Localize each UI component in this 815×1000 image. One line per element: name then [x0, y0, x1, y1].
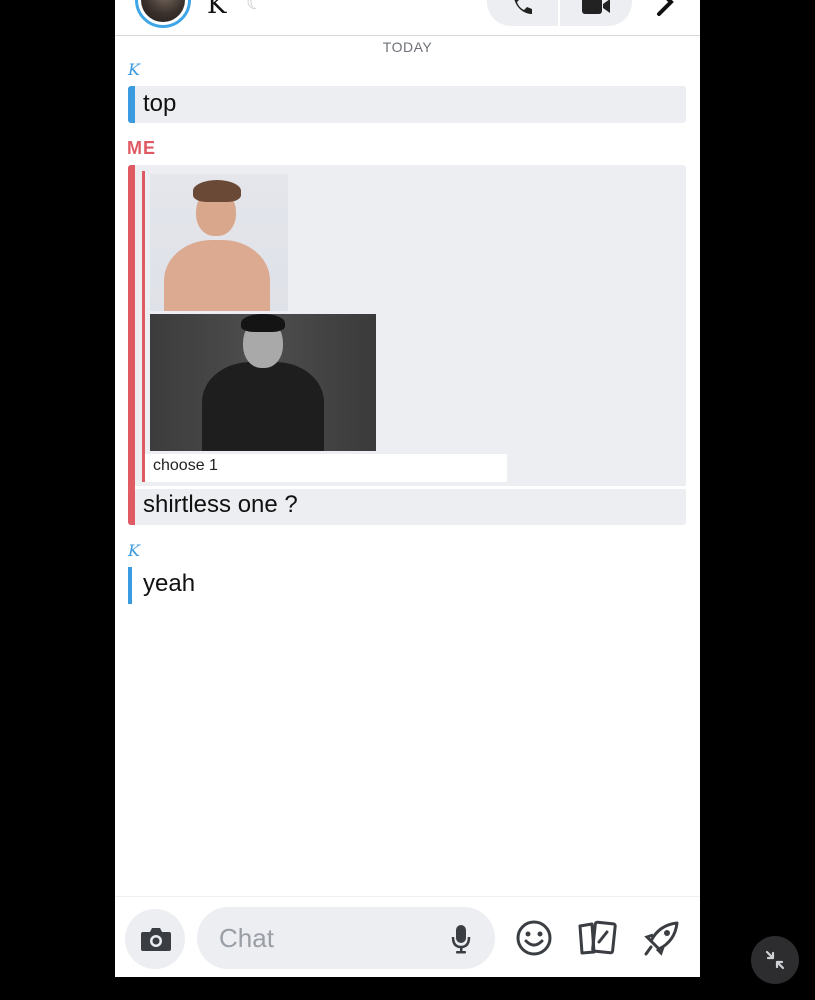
bubble-divider [135, 486, 686, 489]
date-divider: TODAY [382, 39, 433, 55]
chat-header: K ☾ [115, 0, 700, 36]
contact-name[interactable]: K [207, 0, 226, 20]
video-icon [582, 0, 610, 14]
sender-label: K [128, 541, 140, 560]
message-text: top [143, 90, 177, 117]
sender-label: ME [127, 138, 156, 158]
camera-icon [141, 928, 171, 951]
message-text[interactable]: yeah [143, 570, 195, 598]
avatar[interactable] [135, 0, 191, 28]
chevron-right-icon[interactable] [655, 0, 675, 16]
minimize-icon [765, 950, 785, 970]
call-button[interactable] [487, 0, 558, 26]
video-call-button[interactable] [560, 0, 632, 26]
avatar-image [141, 0, 185, 22]
attachment-caption: choose 1 [153, 457, 218, 474]
moon-icon: ☾ [246, 0, 264, 14]
image-attachment[interactable]: choose 1 [142, 171, 507, 482]
phone-icon [514, 0, 532, 14]
chat-window: K ☾ TODAY K top ME choose 1 shirtless on… [115, 0, 700, 977]
microphone-icon[interactable] [451, 924, 471, 954]
message-bubble[interactable]: choose 1 shirtless one ? [128, 165, 686, 525]
sender-accent-bar [128, 165, 135, 525]
message-text: shirtless one ? [143, 491, 298, 518]
smiley-icon[interactable] [515, 919, 553, 957]
sender-accent-bar [128, 86, 135, 123]
sender-label: K [128, 60, 140, 79]
message-bubble[interactable]: top [128, 86, 686, 123]
photo-shirtless[interactable] [150, 174, 288, 311]
photo-sweater[interactable] [150, 314, 376, 451]
camera-button[interactable] [125, 909, 185, 969]
rocket-icon[interactable] [643, 919, 683, 957]
sender-accent-bar [128, 567, 132, 604]
minimize-button[interactable] [751, 936, 799, 984]
cards-icon[interactable] [577, 920, 619, 956]
chat-input-bar [115, 896, 700, 977]
attachment-images [145, 171, 507, 454]
